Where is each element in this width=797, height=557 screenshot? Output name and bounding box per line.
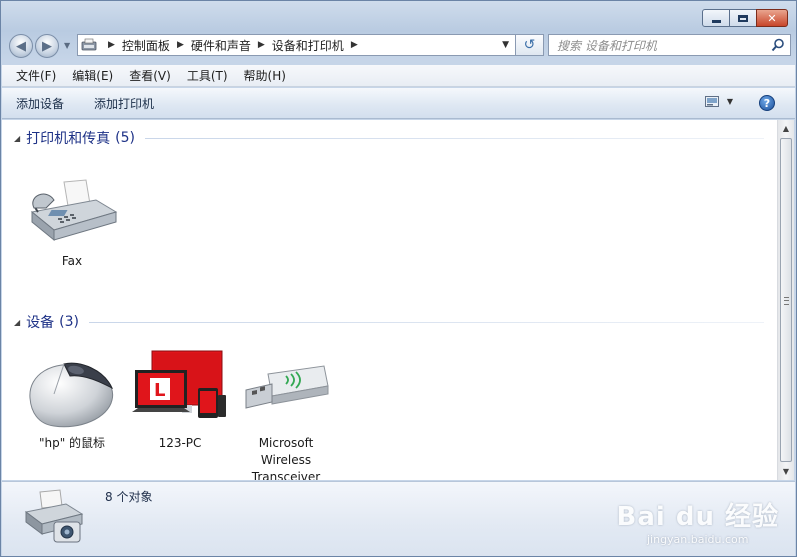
search-icon[interactable] <box>771 38 785 52</box>
breadcrumb-separator-icon[interactable]: ▶ <box>351 40 358 50</box>
group-header-printers[interactable]: ◢ 打印机和传真 (5) <box>14 128 764 148</box>
search-placeholder: 搜索 设备和打印机 <box>557 38 657 53</box>
maximize-icon <box>738 14 748 22</box>
mouse-icon <box>29 362 114 428</box>
breadcrumb-separator-icon[interactable]: ▶ <box>177 40 184 50</box>
details-pane: 8 个对象 Bai du 经验 jingyan.baidu.com <box>2 481 795 556</box>
menu-edit[interactable]: 编辑(E) <box>64 67 121 84</box>
forward-button[interactable]: ▶ <box>35 34 59 58</box>
group-title: 设备 <box>26 315 55 331</box>
collapse-triangle-icon[interactable]: ◢ <box>14 318 20 327</box>
refresh-button[interactable]: ↺ <box>516 34 544 56</box>
menu-file[interactable]: 文件(F) <box>8 67 64 84</box>
breadcrumb-separator-icon[interactable]: ▶ <box>258 40 265 50</box>
scroll-up-icon[interactable]: ▲ <box>778 120 794 137</box>
search-input[interactable]: 搜索 设备和打印机 <box>548 34 791 56</box>
address-dropdown-icon[interactable]: ▼ <box>502 40 509 50</box>
object-count: 8 个对象 <box>105 490 153 504</box>
add-device-button[interactable]: 添加设备 <box>16 95 64 112</box>
printer-camera-icon <box>24 489 84 543</box>
group-title: 打印机和传真 <box>26 131 111 147</box>
device-label: Fax <box>61 254 83 268</box>
devices-content-area: ◢ 打印机和传真 (5) Fax ◢ 设备 (3) "hp" 的鼠标 L 123… <box>2 120 777 480</box>
device-item-fax[interactable]: Fax <box>24 178 120 270</box>
computer-icon: L <box>132 350 226 418</box>
device-item-computer[interactable]: L 123-PC <box>132 350 228 452</box>
back-button[interactable]: ◀ <box>9 34 33 58</box>
group-header-devices[interactable]: ◢ 设备 (3) <box>14 312 764 332</box>
breadcrumb-devices-printers[interactable]: 设备和打印机 <box>272 37 344 54</box>
grip-icon <box>784 297 789 305</box>
breadcrumb-separator-icon[interactable]: ▶ <box>108 40 115 50</box>
menu-view[interactable]: 查看(V) <box>121 67 179 84</box>
device-item-wireless-transceiver[interactable]: Microsoft Wireless Transceiver <box>238 354 334 480</box>
breadcrumb-control-panel[interactable]: 控制面板 <box>122 37 170 54</box>
help-icon: ? <box>763 96 771 110</box>
menu-help[interactable]: 帮助(H) <box>236 67 294 84</box>
help-button[interactable]: ? <box>759 95 775 111</box>
recent-pages-dropdown[interactable]: ▼ <box>64 41 70 50</box>
usb-transceiver-icon <box>245 365 329 409</box>
refresh-icon: ↺ <box>523 37 536 53</box>
baidu-watermark-logo: Bai du 经验 jingyan.baidu.com <box>617 496 780 546</box>
scroll-down-icon[interactable]: ▼ <box>778 463 794 480</box>
devices-printers-window: ✕ ◀ ▶ ▼ ▶ 控制面板 ▶ 硬件和声音 ▶ 设备和打印机 ▶ ▼ ↺ 搜索… <box>0 0 797 557</box>
close-button[interactable]: ✕ <box>756 9 788 27</box>
minimize-button[interactable] <box>702 9 730 27</box>
watermark-main: Bai du 经验 <box>616 502 779 532</box>
group-divider <box>89 321 764 323</box>
breadcrumb-hardware-sound[interactable]: 硬件和声音 <box>191 37 251 54</box>
watermark-sub: jingyan.baidu.com <box>646 533 749 546</box>
menu-tools[interactable]: 工具(T) <box>179 67 236 84</box>
group-count: (3) <box>59 314 79 330</box>
group-count: (5) <box>115 130 135 146</box>
command-bar: 添加设备 添加打印机 ▼ ? <box>2 88 795 119</box>
change-view-button[interactable]: ▼ <box>704 96 733 107</box>
collapse-triangle-icon[interactable]: ◢ <box>14 134 20 143</box>
view-options-icon <box>704 96 719 107</box>
svg-text:L: L <box>154 380 165 401</box>
address-bar[interactable]: ▶ 控制面板 ▶ 硬件和声音 ▶ 设备和打印机 ▶ ▼ <box>77 34 516 56</box>
arrow-left-icon: ◀ <box>16 38 26 54</box>
navigation-bar: ◀ ▶ ▼ ▶ 控制面板 ▶ 硬件和声音 ▶ 设备和打印机 ▶ ▼ ↺ 搜索 设… <box>7 32 792 60</box>
arrow-right-icon: ▶ <box>42 38 52 54</box>
vertical-scrollbar[interactable]: ▲ ▼ <box>777 120 794 480</box>
scrollbar-thumb[interactable] <box>780 138 792 462</box>
chevron-down-icon[interactable]: ▼ <box>727 97 733 106</box>
minimize-icon <box>711 19 721 23</box>
window-controls: ✕ <box>702 9 788 27</box>
add-printer-button[interactable]: 添加打印机 <box>94 95 154 112</box>
group-divider <box>145 137 764 139</box>
device-label: "hp" 的鼠标 <box>38 436 106 450</box>
device-label: Microsoft Wireless Transceiver <box>251 436 321 480</box>
device-label: 123-PC <box>158 436 202 450</box>
control-panel-icon <box>81 38 97 51</box>
device-item-mouse[interactable]: "hp" 的鼠标 <box>24 354 120 452</box>
menu-bar: 文件(F) 编辑(E) 查看(V) 工具(T) 帮助(H) <box>2 65 795 87</box>
close-icon: ✕ <box>767 11 777 25</box>
maximize-button[interactable] <box>729 9 757 27</box>
fax-icon <box>30 179 118 242</box>
